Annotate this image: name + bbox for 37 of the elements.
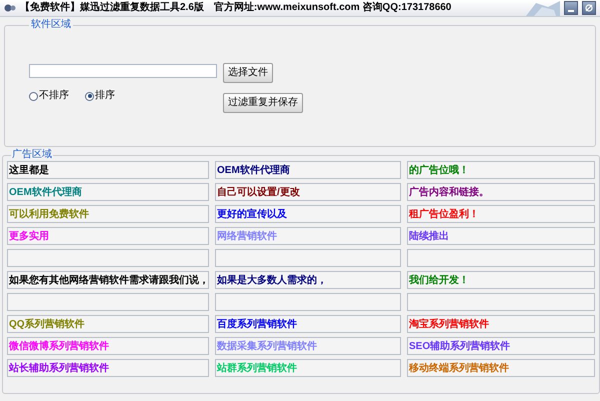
ad-link[interactable]: 淘宝系列营销软件 [407, 315, 595, 333]
minimize-button[interactable] [564, 1, 578, 15]
ad-link[interactable]: 广告内容和链接。 [407, 183, 595, 201]
ad-link[interactable]: 的广告位哦！ [407, 161, 595, 179]
ad-link[interactable]: 移动终端系列营销软件 [407, 359, 595, 377]
ad-link[interactable]: SEO辅助系列营销软件 [407, 337, 595, 355]
ad-link[interactable]: 站长辅助系列营销软件 [7, 359, 209, 377]
radio-label[interactable]: 排序 [95, 91, 115, 101]
ad-link[interactable]: 我们给开发！ [407, 271, 595, 289]
ad-link[interactable]: QQ系列营销软件 [7, 315, 209, 333]
ad-link[interactable]: 更多实用 [7, 227, 209, 245]
ad-link[interactable]: 百度系列营销软件 [215, 315, 401, 333]
ad-link[interactable]: OEM软件代理商 [215, 161, 401, 179]
radio-button[interactable] [85, 92, 94, 100]
window-title: 【免费软件】媒迅过滤重复数据工具2.6版 官方网址:www.meixunsoft.com 咨询QQ:173178660 [20, 3, 452, 13]
decoration-drawing [526, 0, 560, 16]
action-button[interactable]: 选择文件 [223, 63, 273, 83]
close-button[interactable] [582, 1, 596, 15]
group-legend: 广告区域 [11, 150, 53, 160]
action-button[interactable]: 过滤重复并保存 [223, 93, 303, 113]
file-path-field[interactable] [29, 64, 217, 78]
ad-link[interactable]: 如果您有其他网络营销软件需求请跟我们说， [7, 271, 209, 289]
ad-link[interactable]: 如果是大多数人需求的， [215, 271, 401, 289]
ad-link[interactable]: 自己可以设置/更改 [215, 183, 401, 201]
radio-label[interactable]: 不排序 [39, 91, 69, 101]
radio-button[interactable] [29, 92, 38, 100]
ad-link[interactable]: 陆续推出 [407, 227, 595, 245]
group-legend: 软件区域 [29, 20, 73, 30]
ad-link[interactable]: 这里都是 [7, 161, 209, 179]
ad-link[interactable]: 数据采集系列营销软件 [215, 337, 401, 355]
ad-link[interactable]: 可以利用免费软件 [7, 205, 209, 223]
ad-link[interactable]: 租广告位盈利！ [407, 205, 595, 223]
app-icon [4, 3, 16, 13]
ad-link[interactable]: 网络营销软件 [215, 227, 401, 245]
ad-link[interactable]: 微信微博系列营销软件 [7, 337, 209, 355]
ad-link[interactable]: OEM软件代理商 [7, 183, 209, 201]
ad-link[interactable]: 更好的宣传以及 [215, 205, 401, 223]
